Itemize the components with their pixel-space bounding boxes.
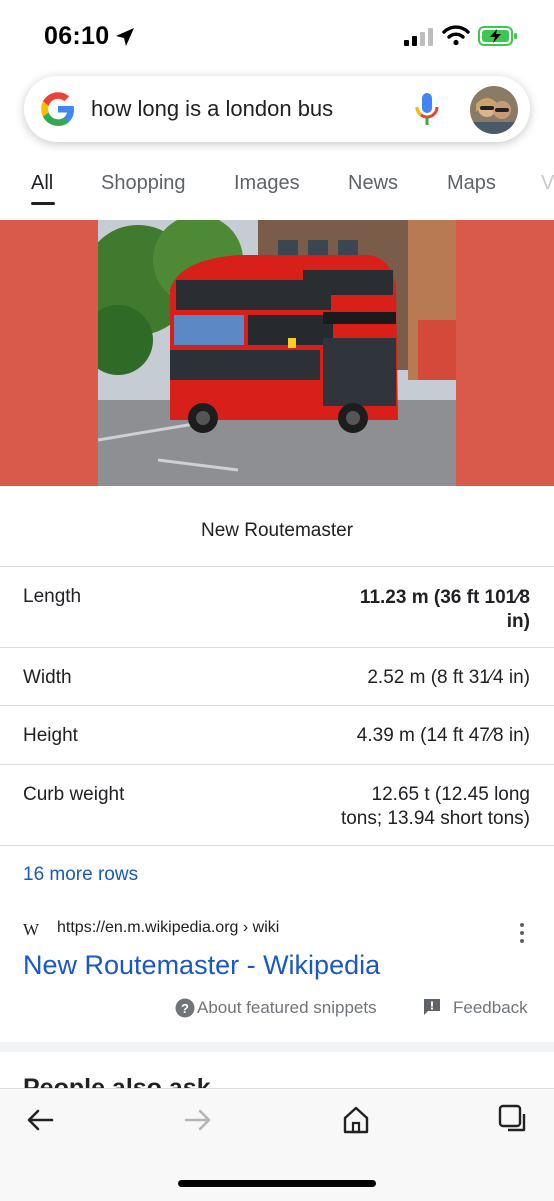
table-divider xyxy=(0,647,554,648)
result-title-link[interactable]: New Routemaster - Wikipedia xyxy=(23,950,380,981)
row-value-length-line2: in) xyxy=(506,611,530,632)
row-value-curb-weight-line1: 12.65 t (12.45 long xyxy=(371,784,530,805)
home-icon[interactable] xyxy=(338,1102,374,1138)
row-value-width: 2.52 m (8 ft 31⁄4 in) xyxy=(367,667,530,688)
row-label-curb-weight: Curb weight xyxy=(23,784,125,805)
table-divider xyxy=(0,845,554,846)
more-options-icon[interactable] xyxy=(516,922,528,944)
microphone-icon[interactable] xyxy=(413,91,441,129)
google-logo-icon xyxy=(41,92,74,126)
row-value-length-line1: 11.23 m (36 ft 101⁄8 xyxy=(359,587,530,608)
tab-news[interactable]: News xyxy=(348,172,398,195)
location-arrow-icon xyxy=(116,28,134,46)
signal-icon xyxy=(404,28,433,46)
active-tab-indicator xyxy=(31,202,55,205)
row-value-curb-weight: 12.65 t (12.45 long tons; 13.94 short to… xyxy=(341,783,530,831)
row-label-width: Width xyxy=(23,667,72,688)
table-divider xyxy=(0,566,554,567)
table-divider xyxy=(0,705,554,706)
svg-text:?: ? xyxy=(181,1001,189,1016)
table-divider xyxy=(0,764,554,765)
bus-image[interactable] xyxy=(98,220,456,486)
more-rows-link[interactable]: 16 more rows xyxy=(23,864,138,886)
row-value-curb-weight-line2: tons; 13.94 short tons) xyxy=(340,808,530,829)
tab-images[interactable]: Images xyxy=(234,172,300,195)
home-indicator xyxy=(178,1180,376,1187)
wikipedia-icon: W xyxy=(23,920,40,939)
image-caption: New Routemaster xyxy=(200,520,354,541)
status-time: 06:10 xyxy=(44,22,110,50)
row-label-height: Height xyxy=(23,725,78,746)
source-url[interactable]: https://en.m.wikipedia.org › wiki xyxy=(57,919,279,937)
back-arrow-icon[interactable] xyxy=(22,1102,58,1138)
tab-maps[interactable]: Maps xyxy=(447,172,496,195)
about-featured-snippets-link[interactable]: About featured snippets xyxy=(197,998,377,1018)
row-value-length: 11.23 m (36 ft 101⁄8 in) xyxy=(360,586,530,634)
tab-shopping[interactable]: Shopping xyxy=(101,172,186,195)
battery-charging-icon xyxy=(478,26,517,46)
wifi-icon xyxy=(442,25,470,46)
tab-videos[interactable]: V xyxy=(541,172,554,195)
search-input[interactable]: how long is a london bus xyxy=(91,96,333,122)
section-separator xyxy=(0,1042,554,1052)
row-label-length: Length xyxy=(23,586,82,607)
row-value-height: 4.39 m (14 ft 47⁄8 in) xyxy=(356,725,530,746)
tab-all[interactable]: All xyxy=(31,172,53,195)
feedback-icon[interactable] xyxy=(422,997,442,1017)
help-icon[interactable]: ? xyxy=(175,998,195,1018)
forward-arrow-icon[interactable] xyxy=(180,1102,216,1138)
account-avatar[interactable] xyxy=(470,86,518,134)
feedback-link[interactable]: Feedback xyxy=(453,998,528,1018)
tabs-icon[interactable] xyxy=(496,1102,532,1138)
